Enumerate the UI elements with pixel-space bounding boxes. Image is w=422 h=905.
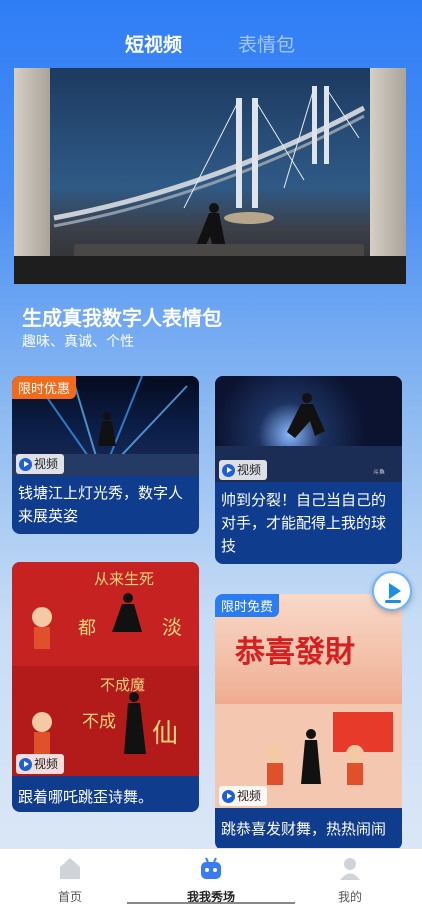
video-badge-label: 视频 [34,757,59,771]
nav-active-indicator [127,902,295,904]
promo-badge: 限时优惠 [12,376,77,399]
nav-home[interactable]: 首页 [25,855,115,905]
profile-icon [340,858,360,880]
fortune-text: 恭喜發財 [234,636,355,669]
nav-home-label: 首页 [57,890,82,904]
promo-badge: 限时免费 [215,594,280,617]
svg-text:都: 都 [78,618,96,638]
card-caption: 帅到分裂！自己当自己的对手，才能配得上我的球技 [221,492,387,555]
video-card-light-show[interactable]: 限时优惠 视频 钱塘江上灯光秀，数字人来展英姿 [12,376,199,534]
video-badge: 视频 [219,460,268,480]
svg-text:从来生死: 从来生死 [94,571,154,588]
video-card-split-player[interactable]: 斗鱼 视频 帅到分裂！自己当自己的对手，才能配得上我的球技 [215,376,402,564]
play-icon [19,757,32,771]
nav-mine-label: 我的 [337,890,362,904]
robot-icon [201,857,221,879]
hero-subtitle: 趣味、真诚、个性 [22,333,134,349]
card-caption: 钱塘江上灯光秀，数字人来展英姿 [18,485,184,525]
video-badge-label: 视频 [237,463,262,477]
top-tab-bar: 短视频 表情包 [0,0,422,70]
hero-title: 生成真我数字人表情包 [22,308,222,330]
video-badge: 视频 [219,786,268,806]
svg-text:淡: 淡 [162,617,182,639]
fortune-poster: 恭喜發財 [215,636,402,808]
play-icon [222,463,235,477]
svg-text:斗鱼: 斗鱼 [373,468,385,476]
nezha-poster: 从来生死 都 淡 不成魔 不成 仙 [12,562,199,776]
nav-mine[interactable]: 我的 [305,855,395,905]
play-icon [222,789,235,803]
hero-floor [14,256,406,284]
video-badge: 视频 [16,454,65,474]
video-card-fortune-dance[interactable]: 恭喜發財 限时免费 视频 跳恭喜发财舞，热热闹闹 [215,594,402,850]
create-video-fab-icon[interactable] [372,571,412,611]
card-caption: 跟着哪吒跳歪诗舞。 [18,789,154,806]
tab-stickers[interactable]: 表情包 [238,30,295,57]
card-thumbnail: 从来生死 都 淡 不成魔 不成 仙 [12,562,199,776]
video-badge: 视频 [16,754,65,774]
svg-text:不成魔: 不成魔 [100,677,145,694]
play-icon [19,457,32,471]
video-badge-label: 视频 [34,457,59,471]
video-badge-label: 视频 [237,789,262,803]
svg-text:仙: 仙 [152,718,178,748]
home-icon [60,858,80,879]
nav-show[interactable]: 我我秀场 [166,855,256,905]
tab-short-video[interactable]: 短视频 [125,30,182,57]
hero-banner-image[interactable] [14,68,406,284]
video-card-nezha-dance[interactable]: 从来生死 都 淡 不成魔 不成 仙 视频 跟着哪吒跳歪诗舞。 [12,562,199,812]
card-thumbnail: 恭喜發財 [215,594,402,808]
bottom-nav: 首页 我我秀场 我的 [0,848,422,905]
card-caption: 跳恭喜发财舞，热热闹闹 [221,821,387,838]
svg-text:不成: 不成 [82,712,116,731]
